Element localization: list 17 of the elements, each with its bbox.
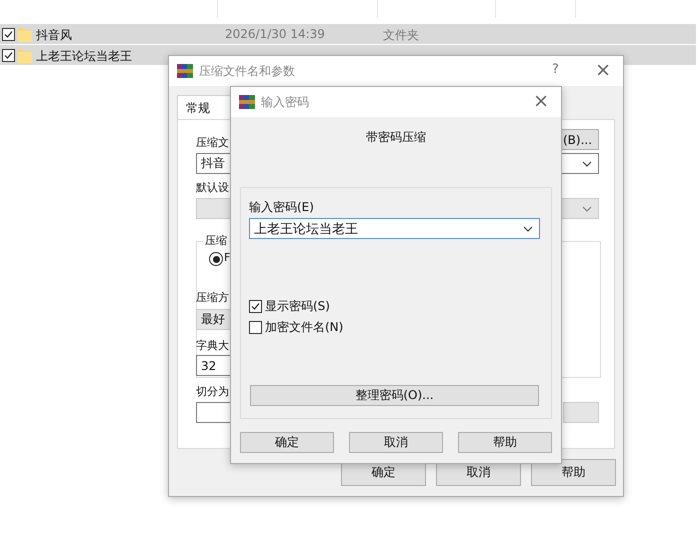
field-label: 切分为: [196, 384, 229, 399]
field-label: 压缩文: [196, 135, 229, 150]
file-name: 抖音风: [36, 27, 72, 44]
window-title: 压缩文件名和参数: [199, 62, 295, 80]
field-label: 压缩方: [196, 290, 229, 305]
checkbox-label: 显示密码(S): [265, 298, 330, 315]
window-title: 输入密码: [261, 94, 309, 110]
field-label: 输入密码(E): [249, 199, 314, 216]
field-label: 默认设: [196, 180, 229, 195]
field-label: 字典大: [196, 338, 229, 353]
file-date: 2026/1/30 14:39: [225, 27, 325, 41]
file-name: 上老王论坛当老王: [36, 48, 132, 65]
group-label: 压缩: [203, 233, 229, 248]
dialog-heading: 带密码压缩: [365, 129, 427, 146]
checkbox-label: 加密文件名(N): [265, 319, 344, 336]
radio-label: F: [224, 251, 230, 264]
file-type: 文件夹: [383, 27, 419, 44]
